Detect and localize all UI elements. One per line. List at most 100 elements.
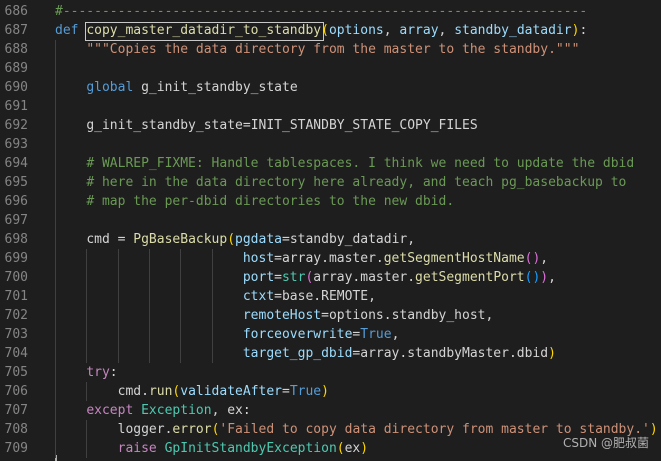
line-number: 698 [4, 232, 28, 247]
code-token: host [242, 251, 275, 266]
code-token: Exception [141, 403, 212, 418]
code-text: g_init_standby_state=INIT_STANDBY_STATE_… [55, 116, 478, 135]
code-token: , [540, 251, 549, 266]
line-number: 708 [4, 422, 28, 437]
code-token: standby_datadir [454, 23, 572, 38]
code-text: try: [55, 363, 118, 382]
code-token: str [281, 270, 306, 285]
code-token: =standby_datadir, [282, 232, 416, 247]
code-token: ex [344, 441, 361, 456]
code-token: validateAfter [180, 384, 282, 399]
code-token: PgBaseBackup [133, 232, 228, 247]
indent-guide [211, 249, 213, 363]
code-token: INIT_STANDBY_STATE_COPY_FILES [250, 118, 478, 133]
code-text: global g_init_standby_state [55, 78, 297, 97]
code-token: error [172, 422, 212, 437]
code-text: cmd = PgBaseBackup(pgdata=standby_datadi… [55, 230, 415, 249]
indent-guide [86, 382, 88, 401]
code-token: , [548, 270, 556, 285]
line-number: 709 [4, 441, 28, 456]
code-token: # here in the data directory here alread… [86, 175, 627, 190]
code-token: global [86, 80, 142, 95]
code-token: copy_master_datadir_to_standby [86, 23, 322, 38]
indent-guide [148, 249, 150, 363]
indent-guide [86, 249, 88, 363]
code-token: =options.standby_host, [321, 308, 494, 323]
code-token: getSegmentPort [415, 270, 525, 285]
code-token: True [360, 327, 392, 342]
line-number: 702 [4, 308, 28, 323]
line-number: 696 [4, 194, 28, 209]
code-text: cmd.run(validateAfter=True) [55, 382, 329, 401]
line-number: 706 [4, 384, 28, 399]
code-token: GpInitStandbyException [164, 441, 337, 456]
code-text: raise GpInitStandbyException(ex) [55, 439, 368, 458]
code-token: ctxt [242, 289, 275, 304]
code-token: : [109, 365, 118, 380]
code-token: array [399, 23, 439, 38]
line-number: 703 [4, 327, 28, 342]
code-token: #---------------------------------------… [55, 4, 588, 19]
code-token: ) [548, 346, 556, 361]
line-number: 705 [4, 365, 28, 380]
indent-guide [86, 420, 88, 458]
code-token: 'Failed to copy data directory from mast… [219, 422, 650, 437]
line-number: 692 [4, 118, 28, 133]
code-token: = [242, 118, 251, 133]
code-text: def copy_master_datadir_to_standby(optio… [55, 21, 587, 40]
code-text: except Exception, ex: [55, 401, 251, 420]
code-token: ( [336, 441, 345, 456]
line-number: 701 [4, 289, 28, 304]
code-token: cmd = [86, 232, 134, 247]
code-text: #---------------------------------------… [55, 2, 587, 21]
code-text: remoteHost=options.standby_host, [55, 306, 493, 325]
code-token: logger. [117, 422, 173, 437]
code-token: ) [360, 441, 369, 456]
line-number: 688 [4, 42, 28, 57]
code-text: forceoverwrite=True, [55, 325, 400, 344]
code-token: # WALREP_FIXME: Handle tablespaces. I th… [86, 156, 635, 171]
code-token: True [289, 384, 322, 399]
code-token: , ex: [211, 403, 251, 418]
code-token: , [438, 23, 455, 38]
line-number: 686 [4, 4, 28, 19]
code-text: ctxt=base.REMOTE, [55, 287, 376, 306]
code-text: target_gp_dbid=array.standbyMaster.dbid) [55, 344, 556, 363]
indent-guide [55, 40, 56, 458]
code-token: ) [321, 384, 329, 399]
code-token: ) [540, 270, 549, 285]
line-number: 691 [4, 99, 28, 114]
code-token: ( [227, 232, 236, 247]
indent-guide [117, 249, 119, 363]
code-token: def [55, 23, 87, 38]
code-text: host=array.master.getSegmentHostName(), [55, 249, 548, 268]
code-token: # map the per-dbid directories to the ne… [86, 194, 455, 209]
line-number: 699 [4, 251, 28, 266]
line-number: 707 [4, 403, 28, 418]
code-token: array.master. [313, 270, 416, 285]
code-token: pgdata [235, 232, 282, 247]
code-token: try [86, 365, 110, 380]
code-token: ( [321, 23, 329, 38]
indent-guide [180, 249, 182, 363]
code-token: ) [649, 422, 658, 437]
code-editor[interactable]: CSDN @肥叔菌 686 #--------------------------… [0, 0, 661, 461]
code-token: : [579, 23, 588, 38]
code-text: # here in the data directory here alread… [55, 173, 626, 192]
line-number: 693 [4, 137, 28, 152]
code-token: , [383, 23, 400, 38]
code-token: getSegmentHostName [383, 251, 525, 266]
code-token: () [524, 270, 541, 285]
code-token: options [328, 23, 384, 38]
line-number: 700 [4, 270, 28, 285]
line-number: 697 [4, 213, 28, 228]
code-token: () [524, 251, 541, 266]
